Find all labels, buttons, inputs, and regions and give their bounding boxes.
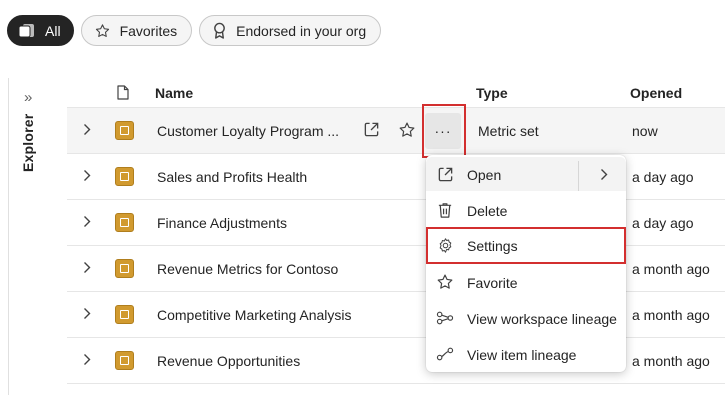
- filter-endorsed-label: Endorsed in your org: [236, 22, 367, 39]
- chevron-right-icon[interactable]: [83, 261, 91, 277]
- explorer-label[interactable]: Explorer: [20, 114, 36, 172]
- items-table: Name Type Opened Customer Loyalty Progra…: [67, 77, 725, 384]
- menu-item-open-label: Open: [467, 167, 502, 183]
- menu-item-delete-label: Delete: [467, 203, 508, 219]
- row-opened: now: [632, 123, 658, 139]
- row-name[interactable]: Sales and Profits Health: [157, 169, 307, 185]
- table-row[interactable]: Revenue Opportunities a month ago: [67, 338, 725, 384]
- row-opened: a month ago: [632, 353, 710, 369]
- chevron-right-icon[interactable]: [83, 307, 91, 323]
- lineage-graph-icon: [436, 309, 454, 327]
- menu-item-favorite[interactable]: Favorite: [426, 265, 626, 299]
- menu-item-favorite-label: Favorite: [467, 275, 518, 291]
- open-external-icon: [436, 165, 454, 183]
- column-header-name[interactable]: Name: [155, 85, 193, 101]
- double-chevron-right-icon[interactable]: »: [24, 89, 32, 106]
- row-opened: a month ago: [632, 307, 710, 323]
- filter-bar: All Favorites Endorsed in your org: [7, 15, 382, 46]
- row-name[interactable]: Revenue Metrics for Contoso: [157, 261, 338, 277]
- table-row[interactable]: Finance Adjustments a day ago: [67, 200, 725, 246]
- row-name[interactable]: Revenue Opportunities: [157, 353, 300, 369]
- document-icon: [117, 85, 129, 103]
- menu-item-open[interactable]: Open: [426, 157, 626, 191]
- menu-item-view-workspace-lineage-label: View workspace lineage: [467, 311, 617, 327]
- favorite-star-icon[interactable]: [398, 121, 416, 142]
- star-icon: [436, 273, 454, 291]
- metric-set-icon: [115, 305, 134, 324]
- menu-item-delete[interactable]: Delete: [426, 193, 626, 227]
- menu-item-view-item-lineage-label: View item lineage: [467, 347, 577, 363]
- row-name[interactable]: Finance Adjustments: [157, 215, 287, 231]
- stack-icon: [18, 23, 35, 38]
- row-opened: a day ago: [632, 169, 694, 185]
- row-name[interactable]: Customer Loyalty Program ...: [157, 123, 339, 139]
- metric-set-icon: [115, 259, 134, 278]
- more-options-highlight: [422, 104, 466, 158]
- chevron-right-icon[interactable]: [600, 168, 608, 184]
- table-row[interactable]: Revenue Metrics for Contoso a month ago: [67, 246, 725, 292]
- chevron-right-icon[interactable]: [83, 215, 91, 231]
- explorer-divider: [8, 78, 9, 395]
- filter-endorsed[interactable]: Endorsed in your org: [199, 15, 382, 46]
- metric-set-icon: [115, 351, 134, 370]
- row-type: Metric set: [478, 123, 539, 139]
- metric-set-icon: [115, 121, 134, 140]
- table-header: Name Type Opened: [67, 77, 725, 108]
- item-lineage-icon: [436, 345, 454, 363]
- row-name[interactable]: Competitive Marketing Analysis: [157, 307, 352, 323]
- table-row[interactable]: Sales and Profits Health a day ago: [67, 154, 725, 200]
- open-external-icon[interactable]: [363, 121, 380, 141]
- chevron-right-icon[interactable]: [83, 169, 91, 185]
- column-header-opened[interactable]: Opened: [630, 85, 682, 101]
- ribbon-icon: [212, 22, 227, 39]
- metric-set-icon: [115, 167, 134, 186]
- table-row[interactable]: Customer Loyalty Program ... ··· Metric …: [67, 108, 725, 154]
- chevron-right-icon[interactable]: [83, 353, 91, 369]
- metric-set-icon: [115, 213, 134, 232]
- row-opened: a day ago: [632, 215, 694, 231]
- menu-split-divider: [578, 161, 579, 191]
- filter-all[interactable]: All: [7, 15, 74, 46]
- menu-item-view-item-lineage[interactable]: View item lineage: [426, 337, 626, 371]
- filter-all-label: All: [45, 22, 61, 39]
- chevron-right-icon[interactable]: [83, 123, 91, 139]
- filter-favorites-label: Favorites: [119, 22, 178, 39]
- trash-icon: [436, 201, 454, 219]
- row-opened: a month ago: [632, 261, 710, 277]
- app-root: All Favorites Endorsed in your org » Exp…: [0, 0, 725, 395]
- settings-highlight: [426, 227, 626, 264]
- table-row[interactable]: Competitive Marketing Analysis a month a…: [67, 292, 725, 338]
- filter-favorites[interactable]: Favorites: [80, 15, 193, 46]
- column-header-type[interactable]: Type: [476, 85, 508, 101]
- menu-item-view-workspace-lineage[interactable]: View workspace lineage: [426, 301, 626, 335]
- star-icon: [94, 23, 111, 39]
